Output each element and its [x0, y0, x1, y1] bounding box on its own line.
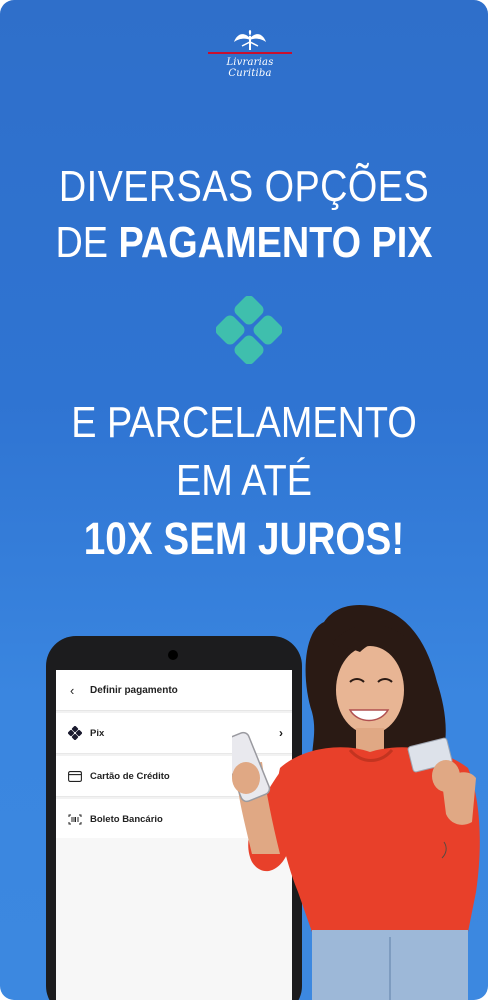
brand-logo: Livrarias Curitiba: [204, 28, 296, 79]
headline-line-3: E PARCELAMENTO: [71, 398, 417, 447]
brand-name: Livrarias Curitiba: [226, 57, 274, 79]
headline-line-2: DE PAGAMENTO PIX: [34, 216, 454, 270]
headline-line-2-bold: PAGAMENTO PIX: [118, 218, 433, 267]
headline-line-1: DIVERSAS OPÇÕES: [58, 162, 430, 211]
credit-card-icon: [68, 770, 90, 782]
pix-logo-icon: [216, 296, 282, 364]
pix-icon: [68, 726, 90, 740]
logo-rule: [208, 52, 292, 54]
screen-title: Definir pagamento: [90, 684, 178, 696]
headline-line-4: EM ATÉ: [176, 456, 312, 505]
woman-holding-phone-and-card-image: [232, 604, 480, 1000]
phone-camera: [168, 650, 178, 660]
back-arrow-icon[interactable]: ‹: [70, 683, 90, 698]
promo-screen: Livrarias Curitiba DIVERSAS OPÇÕES DE PA…: [0, 0, 488, 1000]
headline-line-5: 10X SEM JUROS!: [83, 513, 405, 564]
barcode-icon: [68, 814, 90, 825]
book-tree-icon: [234, 30, 266, 50]
headline-line-2-light: DE: [55, 218, 119, 267]
